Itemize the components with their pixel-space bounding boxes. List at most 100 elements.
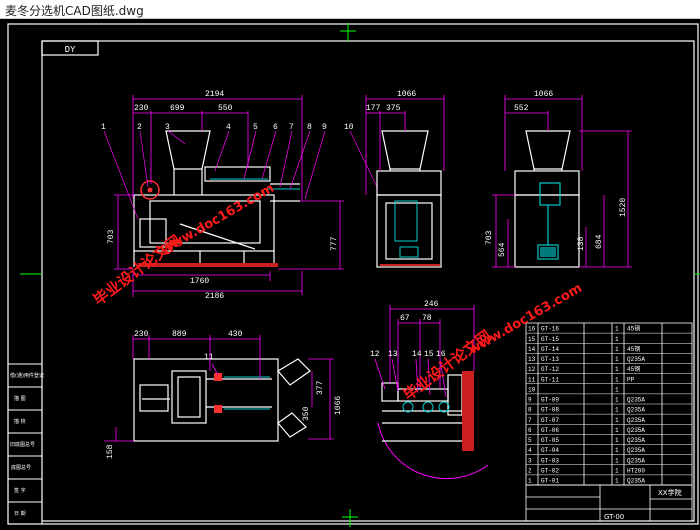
parts-row-qty: 1	[615, 417, 619, 424]
dim-detail-246: 246	[424, 300, 439, 309]
parts-row-qty: 1	[615, 447, 619, 454]
parts-row-no: 14	[528, 346, 536, 353]
callout-15: 15	[424, 350, 434, 359]
parts-row-no: 7	[528, 417, 532, 424]
corner-tag: DY	[65, 45, 76, 55]
parts-row-no: 11	[528, 376, 536, 383]
parts-row-no: 12	[528, 366, 536, 373]
dim-side2-552: 552	[514, 104, 529, 113]
parts-row-material: Q235A	[627, 457, 645, 464]
dim-plan-1066: 1066	[334, 396, 343, 415]
parts-row-code: GT-14	[541, 346, 559, 353]
parts-row-material: Q235A	[627, 447, 645, 454]
callout-14: 14	[412, 350, 422, 359]
parts-row-material: HT200	[627, 467, 645, 474]
dim-front-1760: 1760	[190, 277, 209, 286]
parts-row-no: 8	[528, 407, 532, 414]
callout-6: 6	[273, 123, 278, 132]
dim-plan-889: 889	[172, 330, 187, 339]
parts-row-qty: 1	[615, 427, 619, 434]
parts-row-no: 3	[528, 457, 532, 464]
parts-row-code: GT-11	[541, 376, 559, 383]
parts-row-material: 45钢	[627, 365, 640, 373]
parts-row-code: GT-16	[541, 326, 559, 333]
callout-1: 1	[101, 123, 106, 132]
parts-row-material: Q235A	[627, 407, 645, 414]
dim-side1-177: 177	[366, 104, 381, 113]
left-label-3: 描 校	[14, 418, 26, 425]
parts-row-code: GT-07	[541, 417, 559, 424]
dim-side2-1066: 1066	[534, 90, 553, 99]
dim-plan-377: 377	[316, 380, 325, 395]
dim-front-777: 777	[330, 236, 339, 251]
callout-5: 5	[253, 123, 258, 132]
parts-row-material: PP	[627, 376, 635, 383]
parts-row-qty: 1	[615, 397, 619, 404]
cad-drawing-canvas[interactable]: DY 借(通)用件登记 描 图 描 校 旧底图总号 底图总号 签 字 日 期 2…	[0, 19, 700, 530]
dim-plan-158: 158	[106, 444, 115, 459]
window-title: 麦冬分选机CAD图纸.dwg	[5, 4, 144, 18]
callout-3: 3	[165, 123, 170, 132]
parts-row-code: GT-03	[541, 457, 559, 464]
parts-row-material: Q235A	[627, 397, 645, 404]
dim-front-2186: 2186	[205, 292, 224, 301]
dim-front-550: 550	[218, 104, 233, 113]
plan-view: 230 889 430 377 350 1066 158 11	[104, 330, 343, 459]
dim-detail-78: 78	[422, 314, 432, 323]
callout-10: 10	[344, 123, 354, 132]
parts-row-material: Q235A	[627, 427, 645, 434]
side-view-1: 1066 177 375	[365, 90, 445, 268]
parts-row-qty: 1	[615, 478, 619, 485]
left-label-4: 旧底图总号	[10, 441, 35, 448]
parts-row-material: 45钢	[627, 325, 640, 333]
dim-front-699: 699	[170, 104, 185, 113]
left-label-6: 签 字	[14, 487, 26, 494]
dim-plan-430: 430	[228, 330, 243, 339]
parts-row-qty: 1	[615, 386, 619, 393]
left-label-5: 底图总号	[11, 464, 31, 471]
parts-row-qty: 1	[615, 407, 619, 414]
parts-row-no: 9	[528, 397, 532, 404]
parts-row-qty: 1	[615, 467, 619, 474]
parts-row-no: 13	[528, 356, 536, 363]
callout-9: 9	[322, 123, 327, 132]
parts-row-no: 4	[528, 447, 532, 454]
dim-front-230: 230	[134, 104, 149, 113]
parts-row-qty: 1	[615, 346, 619, 353]
callout-4: 4	[226, 123, 231, 132]
dim-plan-350: 350	[302, 406, 311, 421]
parts-row-no: 2	[528, 467, 532, 474]
parts-row-no: 1	[528, 478, 532, 485]
dim-front-703: 703	[107, 229, 116, 244]
parts-row-qty: 1	[615, 366, 619, 373]
dim-side1-375: 375	[386, 104, 401, 113]
side-view-2: 1066 552 703 564 138 684 1520	[485, 90, 632, 268]
parts-row-material: Q235A	[627, 478, 645, 485]
parts-row-qty: 1	[615, 326, 619, 333]
parts-row-no: 10	[528, 386, 536, 393]
left-label-2: 描 图	[14, 395, 26, 402]
parts-row-qty: 1	[615, 356, 619, 363]
parts-row-qty: 1	[615, 336, 619, 343]
drawing-svg[interactable]: DY 借(通)用件登记 描 图 描 校 旧底图总号 底图总号 签 字 日 期 2…	[0, 19, 700, 530]
title-block-school: XX学院	[658, 488, 682, 497]
parts-row-code: GT-05	[541, 437, 559, 444]
parts-row-code: GT-08	[541, 407, 559, 414]
parts-row-code: GT-09	[541, 397, 559, 404]
parts-row-code: GT-02	[541, 467, 559, 474]
parts-row-code: GT-06	[541, 427, 559, 434]
callout-12: 12	[370, 350, 380, 359]
parts-row-code: GT-01	[541, 478, 559, 485]
parts-row-code: GT-04	[541, 447, 559, 454]
parts-row-code: GT-13	[541, 356, 559, 363]
callout-7: 7	[289, 123, 294, 132]
dim-side2-564: 564	[498, 242, 507, 257]
callout-8: 8	[307, 123, 312, 132]
parts-row-no: 5	[528, 437, 532, 444]
dim-front-overall: 2194	[205, 90, 224, 99]
parts-row-material: Q235A	[627, 356, 645, 363]
title-block-drawing-no: GT-00	[604, 513, 624, 521]
callout-11: 11	[204, 353, 214, 362]
dim-side2-138: 138	[577, 236, 586, 251]
parts-row-material: Q235A	[627, 437, 645, 444]
